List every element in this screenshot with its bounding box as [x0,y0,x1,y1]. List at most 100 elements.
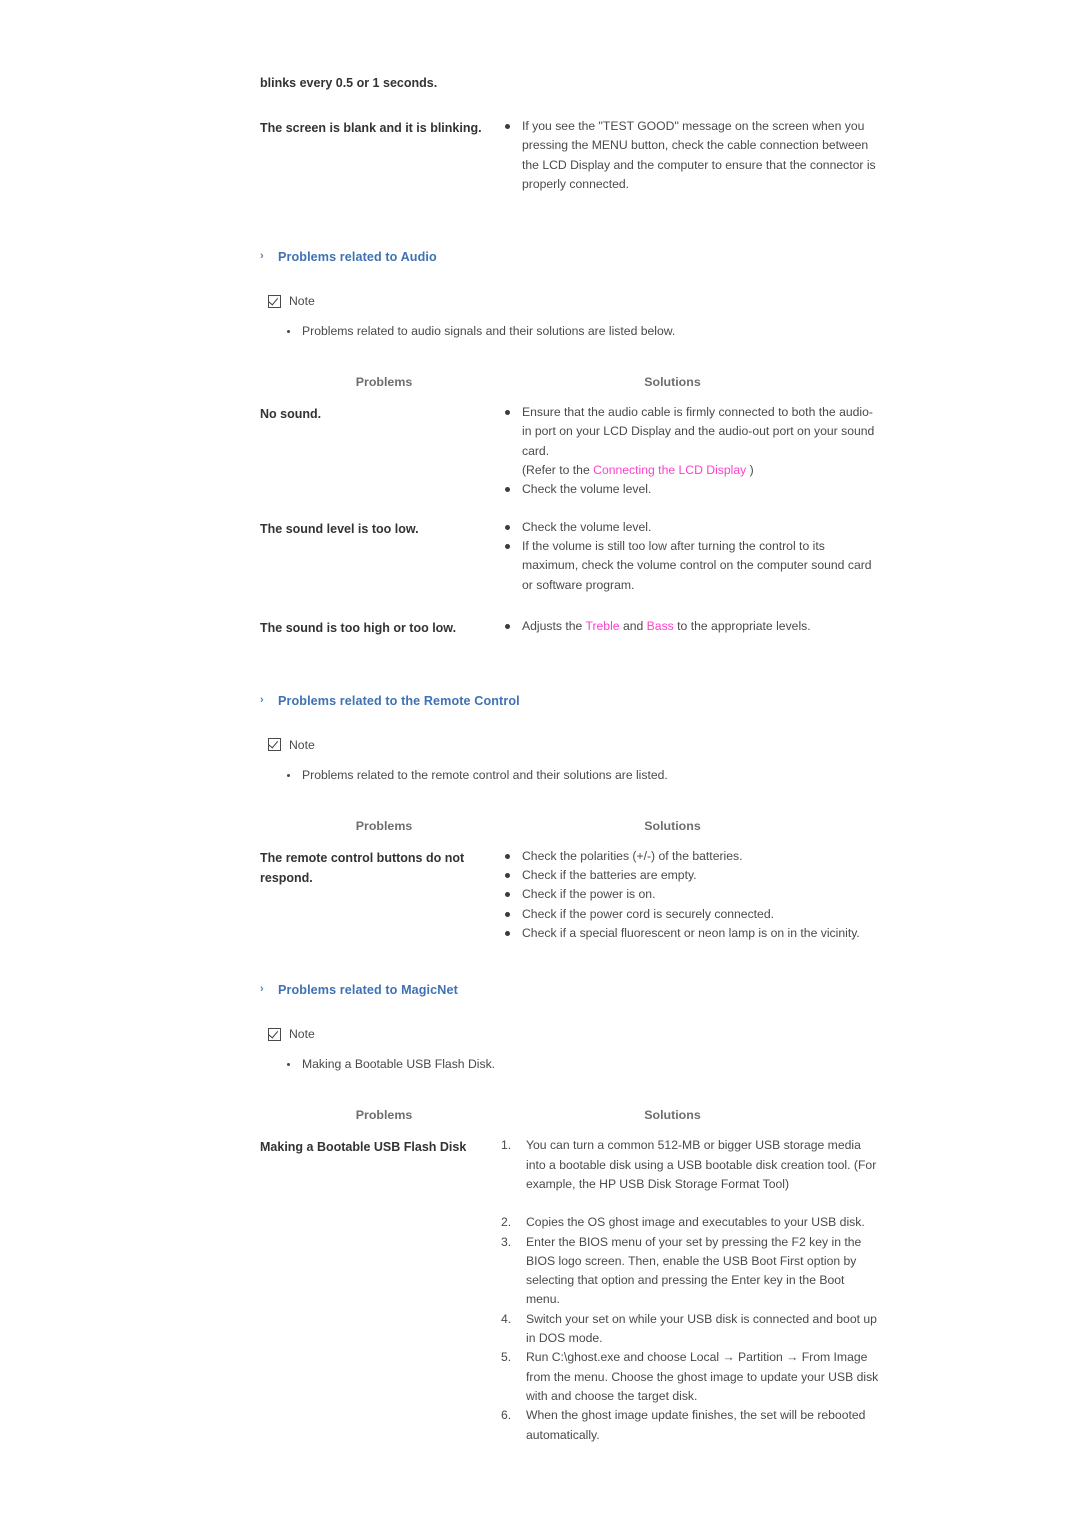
solution-cell: Ensure that the audio cable is firmly co… [498,403,880,499]
list-item: Problems related to the remote control a… [274,766,880,785]
solution-cell: Check the polarities (+/-) of the batter… [498,847,880,943]
solution-bullet-list: Check the polarities (+/-) of the batter… [498,847,880,943]
note-bullet-list-remote: Problems related to the remote control a… [274,766,880,785]
note-label: Note [289,294,315,309]
note-header-magicnet: Note [268,1027,880,1041]
text-post: to the appropriate levels. [673,618,811,633]
list-item: Copies the OS ghost image and executable… [501,1213,865,1233]
list-item: If you see the "TEST GOOD" message on th… [498,117,880,194]
text-mid: and [619,618,647,633]
note-header-remote: Note [268,738,880,752]
section-heading-label: Problems related to MagicNet [278,983,458,998]
column-header-solutions: Solutions [644,818,701,833]
intro-problem-row: The screen is blank and it is blinking. … [260,117,880,194]
column-header-problems: Problems [355,818,413,833]
link-connecting-the-lcd-display[interactable]: Connecting the LCD Display [593,463,746,477]
heading-marker-icon: › [260,250,264,263]
section-heading-label: Problems related to the Remote Control [278,693,520,708]
solution-cell: You can turn a common 512-MB or bigger U… [498,1136,880,1444]
list-item: Adjusts the Treble and Bass to the appro… [498,617,880,636]
column-header-solutions: Solutions [644,1108,701,1123]
refer-prefix: (Refer to the [522,463,594,478]
solution-cell: Check the volume level. If the volume is… [498,518,880,595]
column-header-problems: Problems [355,375,413,390]
solution-line: maximum, check the volume control on the… [522,558,845,573]
note-bullet-list-audio: Problems related to audio signals and th… [274,322,880,341]
section-heading-audio[interactable]: › Problems related to Audio [260,250,880,264]
list-item: Enter the BIOS menu of your set by press… [501,1233,862,1307]
page-content: blinks every 0.5 or 1 seconds. The scree… [260,72,880,1445]
list-item: Check if the batteries are empty. [498,866,880,885]
note-bullet-list-magicnet: Making a Bootable USB Flash Disk. [274,1055,880,1074]
list-item: If the volume is still too low after tur… [498,537,880,595]
table-row: The sound level is too low. Check the vo… [260,518,880,595]
solution-line: Ensure that the audio cable is firmly co… [522,405,836,420]
column-header-solutions: Solutions [644,375,701,390]
list-item: You can turn a common 512-MB or bigger U… [501,1136,877,1191]
list-item: Ensure that the audio cable is firmly co… [498,403,880,480]
link-bass[interactable]: Bass [647,619,674,633]
table-row: No sound. Ensure that the audio cable is… [260,403,880,499]
solution-cell: Adjusts the Treble and Bass to the appro… [498,617,880,636]
list-item: Check if the power is on. [498,885,880,904]
list-item: Problems related to audio signals and th… [274,322,880,341]
note-label: Note [289,1027,315,1042]
section-heading-label: Problems related to Audio [278,250,437,265]
heading-marker-icon: › [260,693,264,706]
solution-bullet-list: Ensure that the audio cable is firmly co… [498,403,880,499]
problem-label: The remote control buttons do not respon… [260,850,465,885]
document-page: blinks every 0.5 or 1 seconds. The scree… [0,0,1080,1528]
continued-problem-line: blinks every 0.5 or 1 seconds. [260,76,438,90]
solution-line: If the volume is still too low after tur… [522,538,825,553]
text-pre: Adjusts the [522,618,586,633]
column-header-problems: Problems [355,1108,413,1123]
checked-checkbox-icon [268,294,281,308]
solution-bullet-list: Check the volume level. If the volume is… [498,518,880,595]
list-item: Check the volume level. [498,518,880,537]
list-item: When the ghost image update finishes, th… [501,1406,866,1442]
solution-numbered-list: You can turn a common 512-MB or bigger U… [498,1136,880,1444]
refer-suffix: ) [746,463,754,478]
link-treble[interactable]: Treble [585,619,619,633]
list-item: Check the volume level. [498,480,880,499]
list-item: Check the polarities (+/-) of the batter… [498,847,880,866]
table-row: The remote control buttons do not respon… [260,847,880,943]
problem-label: The sound level is too low. [260,521,419,536]
solution-bullet-list: If you see the "TEST GOOD" message on th… [498,117,880,194]
heading-marker-icon: › [260,983,264,996]
list-item: Check if the power cord is securely conn… [498,905,880,924]
checked-checkbox-icon [268,1027,281,1041]
table-header-audio: Problems Solutions [260,375,880,389]
solution-cell: If you see the "TEST GOOD" message on th… [498,117,880,194]
problem-label: No sound. [260,407,322,422]
list-item: Check if a special fluorescent or neon l… [498,924,880,943]
table-row: Making a Bootable USB Flash Disk You can… [260,1136,880,1444]
section-heading-remote-control[interactable]: › Problems related to the Remote Control [260,694,880,708]
section-heading-magicnet[interactable]: › Problems related to MagicNet [260,983,880,997]
table-header-magicnet: Problems Solutions [260,1108,880,1122]
solution-bullet-list: Adjusts the Treble and Bass to the appro… [498,617,880,636]
list-item: Switch your set on while your USB disk i… [501,1310,877,1346]
checked-checkbox-icon [268,738,281,752]
list-item: Run C:\ghost.exe and choose Local → Part… [501,1348,879,1403]
table-header-remote: Problems Solutions [260,819,880,833]
note-label: Note [289,737,315,752]
problem-label: The screen is blank and it is blinking. [260,121,482,135]
table-row: The sound is too high or too low. Adjust… [260,617,880,638]
